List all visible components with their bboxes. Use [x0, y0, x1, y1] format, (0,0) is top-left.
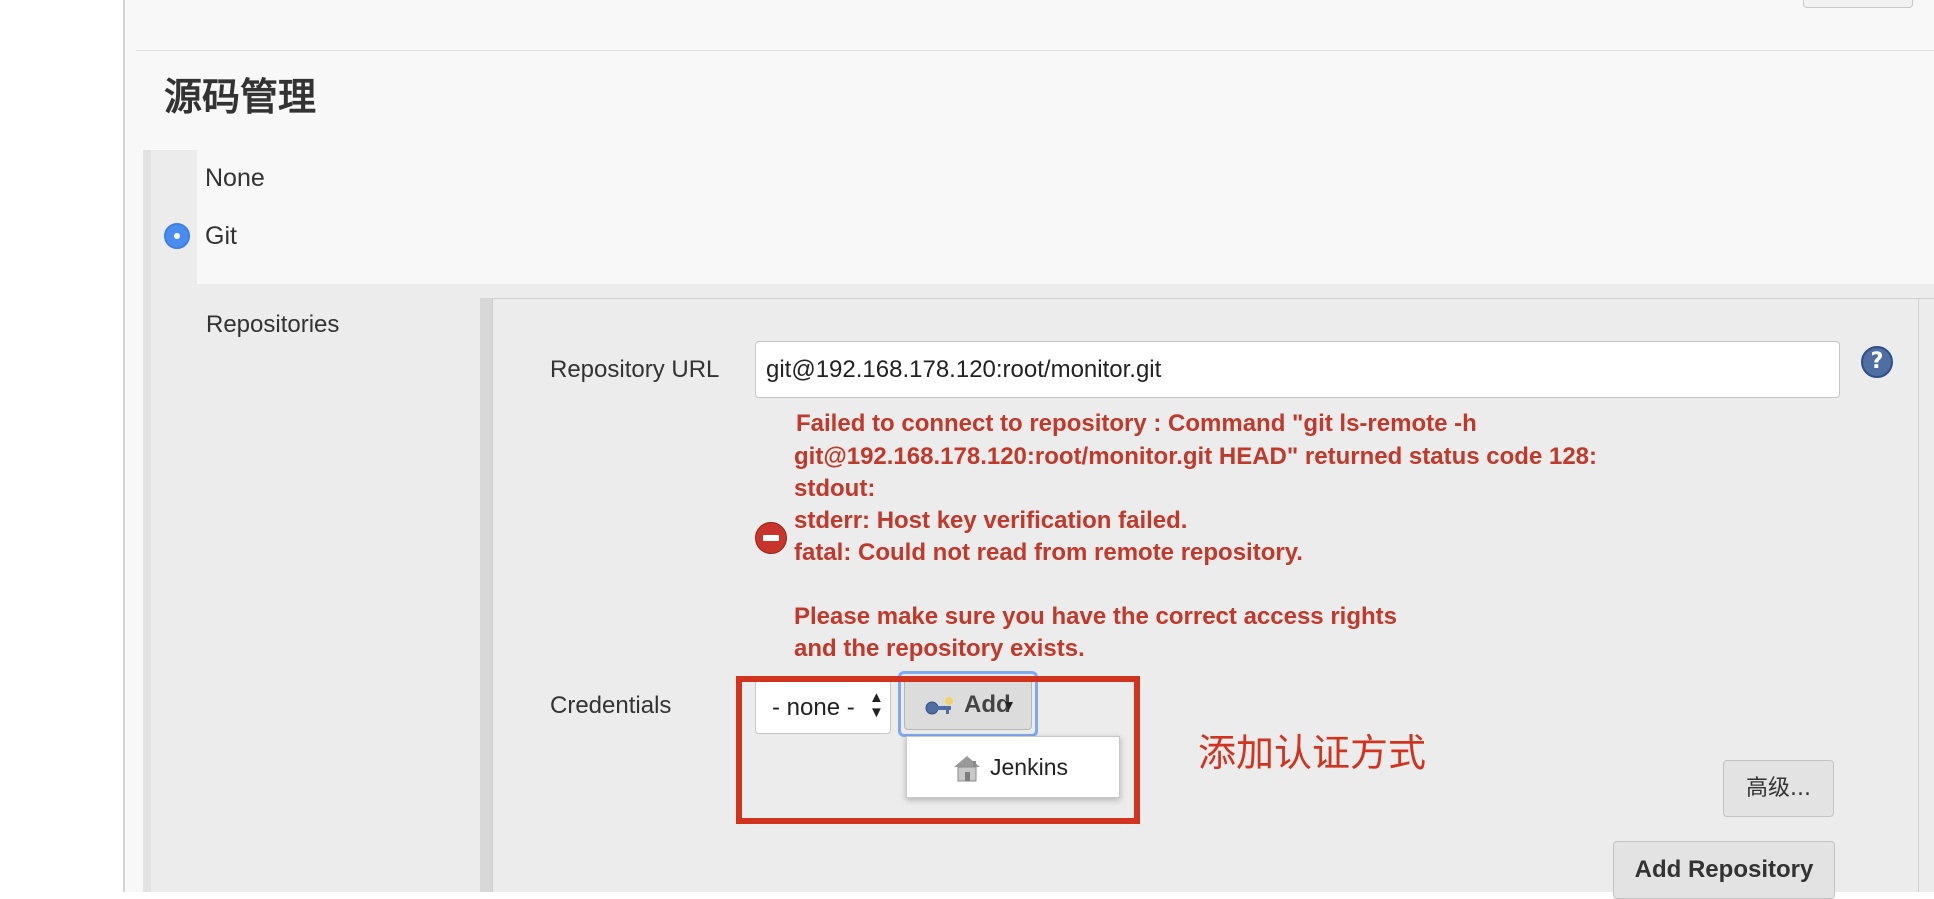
error-line: Failed to connect to repository : Comman…: [796, 410, 1477, 437]
annotation-highlight-box: [736, 676, 1140, 824]
annotation-text: 添加认证方式: [1198, 731, 1427, 775]
add-repository-button[interactable]: Add Repository: [1613, 841, 1835, 899]
repositories-label: Repositories: [206, 311, 340, 338]
repository-url-input[interactable]: [755, 341, 1840, 398]
error-line: fatal: Could not read from remote reposi…: [794, 539, 1303, 566]
error-line: git@192.168.178.120:root/monitor.git HEA…: [794, 443, 1598, 470]
left-margin: [0, 0, 123, 892]
repository-url-label: Repository URL: [550, 356, 720, 383]
repositories-bar: [480, 298, 492, 892]
top-button[interactable]: [1803, 0, 1913, 8]
error-line: stderr: Host key verification failed.: [794, 507, 1188, 534]
section-title: 源码管理: [164, 75, 317, 119]
error-line: and the repository exists.: [794, 635, 1085, 662]
repository-panel-edge: [1918, 298, 1919, 892]
git-section-bar: [143, 150, 151, 892]
advanced-button[interactable]: 高级...: [1723, 760, 1834, 817]
error-icon: [755, 522, 787, 554]
radio-git-label[interactable]: Git: [205, 222, 237, 251]
section-divider: [136, 50, 1934, 51]
radio-none-label[interactable]: None: [205, 164, 265, 193]
git-section-indent: [151, 150, 197, 892]
error-line: Please make sure you have the correct ac…: [794, 603, 1397, 630]
radio-git[interactable]: [164, 223, 190, 249]
help-icon[interactable]: ?: [1861, 346, 1893, 378]
error-line: stdout:: [794, 475, 876, 502]
credentials-label: Credentials: [550, 692, 672, 719]
